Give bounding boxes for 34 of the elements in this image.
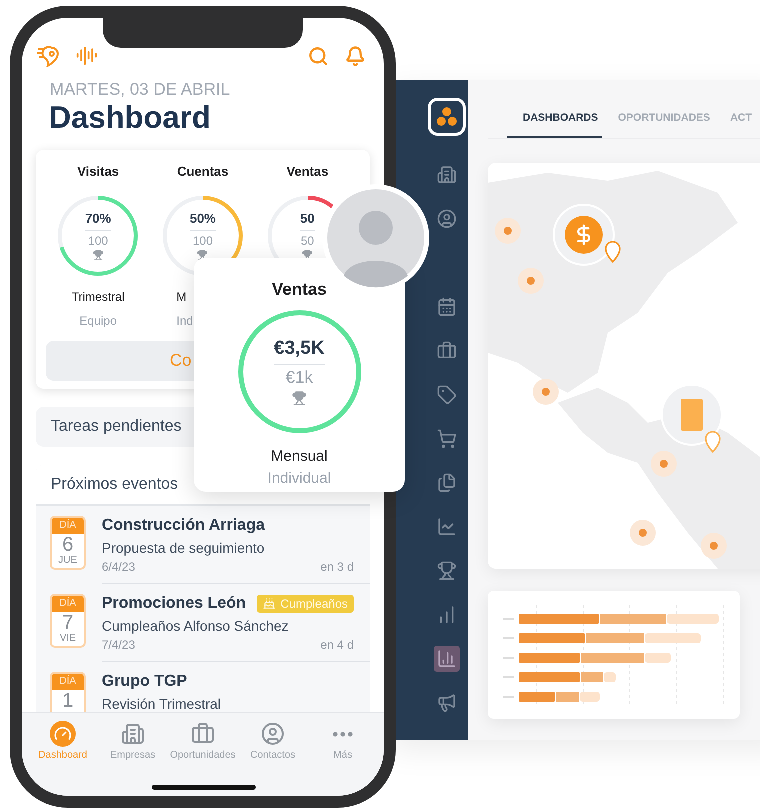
gauge-period: Trimestral	[72, 290, 125, 304]
event-title: Promociones León	[102, 594, 246, 614]
event-title: Construcción Arriaga	[102, 516, 265, 536]
date-label: MARTES, 03 DE ABRIL	[49, 79, 232, 100]
popup-target: €1k	[286, 368, 314, 389]
event-subtitle: Revisión Trimestral	[102, 694, 222, 712]
gauge-value: 70%	[85, 211, 112, 231]
event-date: 7/4/23	[102, 636, 136, 653]
event-subtitle: Propuesta de seguimiento	[102, 538, 266, 558]
gauge-value: 50%	[190, 211, 216, 231]
gauge-title: Ventas	[286, 164, 329, 180]
gauge-title: Visitas	[77, 164, 120, 180]
event-title: Grupo TGP	[102, 672, 188, 692]
calendar-badge: DÍA 1	[50, 672, 86, 712]
calendar-badge: DÍA 6 JUE	[50, 516, 86, 570]
popup-scope: Individual	[268, 470, 332, 488]
tag-label: Cumpleaños	[280, 596, 348, 611]
event-date: 6/4/23	[102, 558, 136, 575]
gauge-value: 50	[300, 211, 315, 231]
gauge-scope: Ind	[176, 314, 194, 329]
gauge-scope: Equipo	[80, 314, 118, 329]
gauge-period: M	[176, 290, 187, 304]
gauge-title: Cuentas	[177, 164, 229, 180]
gauge-target: 100	[88, 234, 108, 248]
event-countdown: en 4 d	[320, 636, 354, 653]
event-countdown: en 3 d	[320, 558, 354, 575]
event-subtitle: Cumpleaños Alfonso Sánchez	[102, 616, 290, 636]
gauge-target: 100	[192, 234, 213, 248]
popup-value: €3,5K	[274, 338, 325, 366]
page-title: Dashboard	[48, 100, 212, 136]
popup-period: Mensual	[271, 448, 328, 466]
popup-title: Ventas	[272, 280, 327, 300]
gauge-target: 50	[300, 234, 314, 248]
calendar-badge: DÍA 7 VIE	[50, 594, 86, 648]
